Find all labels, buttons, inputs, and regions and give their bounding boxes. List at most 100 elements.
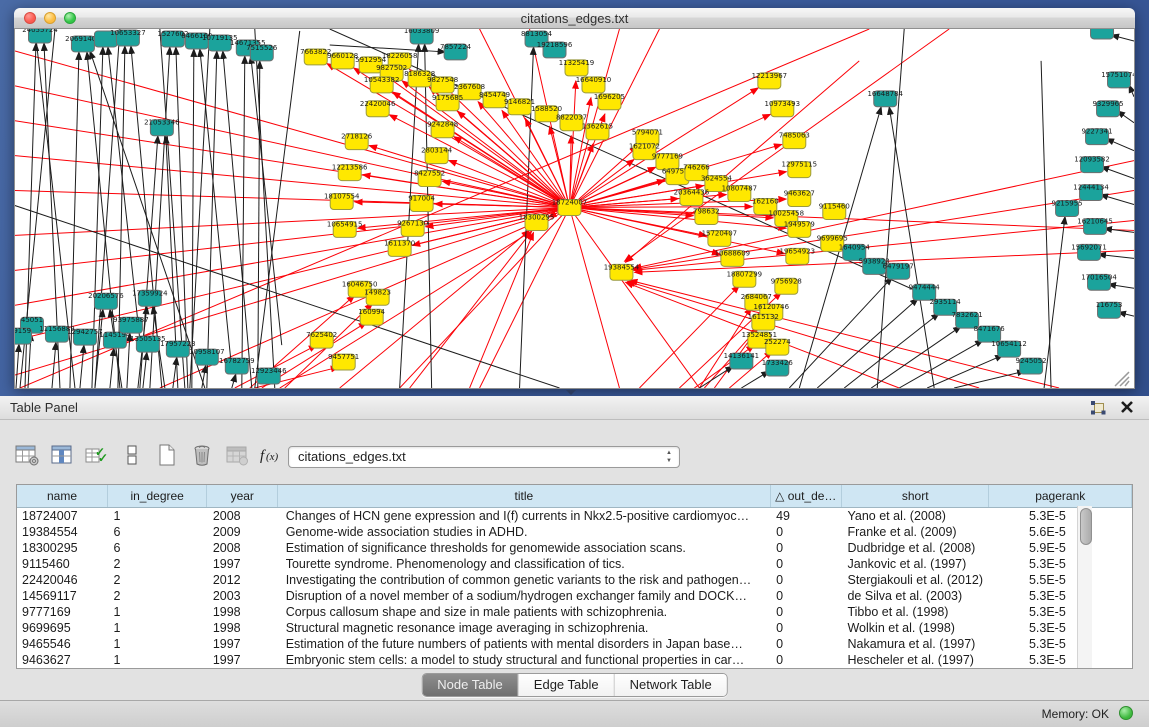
column-header-title[interactable]: title xyxy=(278,485,770,508)
graph-node[interactable]: 1362615 xyxy=(582,123,613,140)
graph-node[interactable]: 917004 xyxy=(408,195,435,212)
table-row[interactable]: 911546021997Tourette syndrome. Phenomeno… xyxy=(17,556,1132,572)
table-row[interactable]: 1872400712008Changes of HCN gene express… xyxy=(17,508,1132,525)
graph-node[interactable]: 9245052 xyxy=(1016,357,1047,374)
graph-node[interactable]: 9463627 xyxy=(784,190,815,207)
graph-node-label: 9474444 xyxy=(909,283,941,291)
delete-rows-icon[interactable] xyxy=(189,442,215,468)
graph-node[interactable]: 21053346 xyxy=(144,119,180,136)
graph-node[interactable]: 1615132 xyxy=(748,313,779,330)
graph-node[interactable]: 9242848 xyxy=(427,121,458,138)
graph-node[interactable]: 10688609 xyxy=(715,249,751,266)
graph-node[interactable]: 20206576 xyxy=(88,292,124,309)
table-row[interactable]: 1830029562008Estimation of significance … xyxy=(17,540,1132,556)
import-table-icon[interactable]: ✓✓ xyxy=(84,442,110,468)
graph-node[interactable]: 15720407 xyxy=(702,229,738,246)
graph-node[interactable]: 8427552 xyxy=(414,170,445,187)
table-row[interactable]: 977716911998Corpus callosum shape and si… xyxy=(17,604,1132,620)
graph-node[interactable]: 9756928 xyxy=(771,277,802,294)
graph-node[interactable]: 11325419 xyxy=(559,59,595,76)
column-header-short[interactable]: short xyxy=(841,485,988,508)
graph-node[interactable]: 12444134 xyxy=(1073,184,1109,201)
graph-node[interactable]: 39159 xyxy=(15,327,31,344)
network-canvas[interactable]: 7663822966012859129541822605898275021054… xyxy=(14,29,1135,389)
graph-node[interactable]: 1611370 xyxy=(384,239,415,256)
graph-node[interactable]: 149823 xyxy=(364,288,391,305)
insert-column-icon[interactable] xyxy=(49,442,75,468)
graph-node[interactable]: 12975115 xyxy=(782,161,818,178)
graph-node[interactable]: 15751074 xyxy=(1101,71,1134,88)
window-titlebar[interactable]: citations_edges.txt xyxy=(14,8,1135,29)
graph-node[interactable]: 22420046 xyxy=(360,100,396,117)
graph-node[interactable]: 16033809 xyxy=(404,29,440,44)
window-resize-grip[interactable] xyxy=(1115,372,1129,386)
graph-node[interactable]: 19384554 xyxy=(604,263,640,280)
table-row[interactable]: 2242004622012Investigating the contribut… xyxy=(17,572,1132,588)
graph-node[interactable]: 252274 xyxy=(764,338,791,355)
graph-node[interactable]: 2718126 xyxy=(341,133,372,150)
graph-node[interactable]: 12093582 xyxy=(1074,156,1110,173)
graph-node[interactable]: 24055724 xyxy=(22,29,58,43)
graph-node[interactable]: 1112 xyxy=(1091,29,1114,39)
graph-node[interactable]: 9115460 xyxy=(819,203,850,220)
graph-node[interactable]: 9329965 xyxy=(1092,100,1123,117)
graph-node[interactable]: 9660128 xyxy=(327,52,358,69)
graph-node[interactable]: 9267130 xyxy=(397,219,428,236)
table-row[interactable]: 1938455462009Genome-wide association stu… xyxy=(17,524,1132,540)
graph-node[interactable]: 9457751 xyxy=(328,353,359,370)
graph-node[interactable]: 19654923 xyxy=(780,247,816,264)
graph-node[interactable]: 12213967 xyxy=(752,72,788,89)
tab-network-table[interactable]: Network Table xyxy=(615,674,727,696)
new-document-icon[interactable] xyxy=(154,442,180,468)
graph-node[interactable]: 1949579 xyxy=(784,220,815,237)
graph-node[interactable]: 1145194 xyxy=(99,331,131,348)
graph-node[interactable]: 17359924 xyxy=(132,289,168,306)
graph-node[interactable]: 18807299 xyxy=(727,270,763,287)
graph-node[interactable]: 1733426 xyxy=(762,359,793,376)
graph-node[interactable]: 1696205 xyxy=(594,93,625,110)
graph-node[interactable]: 12213586 xyxy=(332,164,368,181)
graph-node[interactable]: 9175685 xyxy=(432,94,463,111)
tab-node-table[interactable]: Node Table xyxy=(422,674,519,696)
row-options-icon[interactable] xyxy=(119,442,145,468)
column-header-in_degree[interactable]: in_degree xyxy=(107,485,206,508)
graph-node[interactable]: 7857224 xyxy=(440,43,472,60)
splitter-handle[interactable] xyxy=(566,390,576,395)
graph-node[interactable]: 10654112 xyxy=(991,340,1027,357)
graph-node[interactable]: 9215955 xyxy=(1052,200,1083,217)
graph-node[interactable]: 12942757 xyxy=(67,328,103,345)
graph-node[interactable]: 2803144 xyxy=(421,147,453,164)
float-panel-icon[interactable] xyxy=(1089,400,1107,416)
graph-node[interactable]: 7625402 xyxy=(306,331,337,348)
graph-node[interactable]: 6479197 xyxy=(883,262,914,279)
graph-node[interactable]: 9227341 xyxy=(1081,128,1112,145)
graph-node[interactable]: 160994 xyxy=(358,308,385,325)
function-builder-icon[interactable]: f(x) xyxy=(259,442,285,468)
column-header-pagerank[interactable]: pagerank xyxy=(989,485,1132,508)
graph-node[interactable]: 19218596 xyxy=(537,41,573,58)
table-row[interactable]: 969969511998Structural magnetic resonanc… xyxy=(17,620,1132,636)
memory-ok-indicator[interactable] xyxy=(1119,706,1133,720)
tab-edge-table[interactable]: Edge Table xyxy=(519,674,615,696)
graph-node[interactable]: 116753 xyxy=(1096,301,1123,318)
table-scrollbar-thumb[interactable] xyxy=(1080,508,1092,545)
column-header-out_degree[interactable]: △ out_de… xyxy=(770,485,841,508)
column-header-year[interactable]: year xyxy=(207,485,278,508)
graph-node[interactable]: 16640910 xyxy=(576,76,612,93)
graph-node[interactable]: 7485063 xyxy=(779,132,810,149)
table-row[interactable]: 946362711997Embryonic stem cells: a mode… xyxy=(17,652,1132,668)
table-scrollbar[interactable] xyxy=(1077,506,1092,669)
graph-node[interactable]: 17016504 xyxy=(1081,273,1117,290)
table-row[interactable]: 1456911722003Disruption of a novel membe… xyxy=(17,588,1132,604)
graph-node[interactable]: 16782759 xyxy=(219,357,255,374)
graph-node[interactable]: 10543382 xyxy=(364,76,400,93)
graph-node[interactable]: 7515526 xyxy=(246,44,277,61)
close-panel-icon[interactable] xyxy=(1119,399,1135,415)
network-view-window[interactable]: citations_edges.txt 76638229660128591295… xyxy=(14,8,1135,388)
table-select-dropdown[interactable]: citations_edges.txt ▲▼ xyxy=(288,446,680,468)
graph-node[interactable]: 798632 xyxy=(693,207,720,224)
table-settings-icon[interactable] xyxy=(14,442,40,468)
citation-graph[interactable]: 7663822966012859129541822605898275021054… xyxy=(15,29,1134,388)
column-header-name[interactable]: name xyxy=(17,485,107,508)
table-row[interactable]: 946554611997Estimation of the future num… xyxy=(17,636,1132,652)
